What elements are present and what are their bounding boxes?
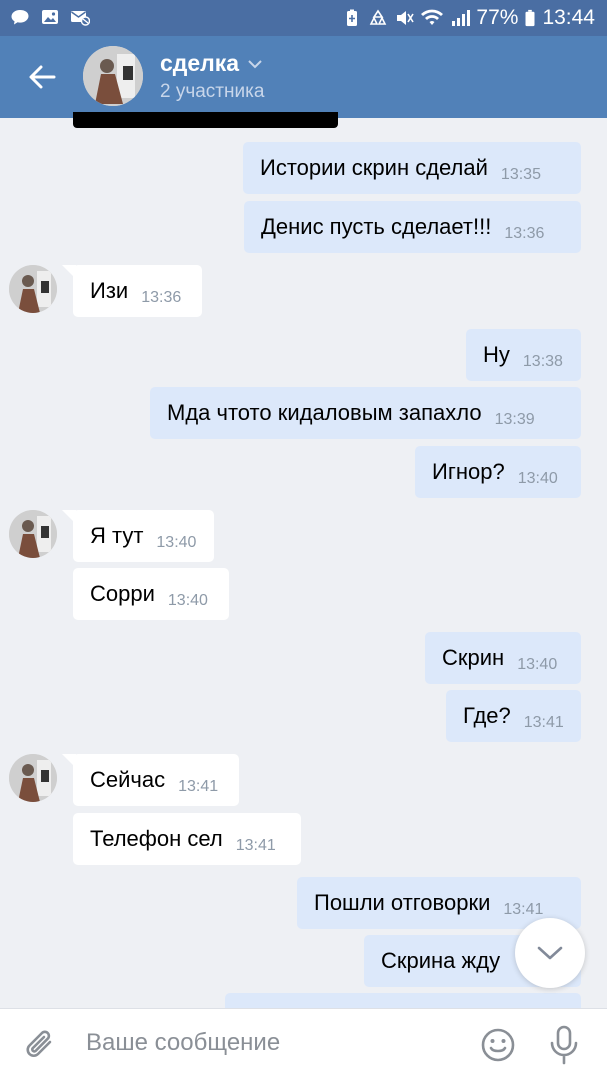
sender-avatar[interactable] [9,265,57,313]
message-time: 13:39 [494,411,535,428]
message-time: 13:38 [522,353,563,370]
message-time: 13:41 [503,901,544,918]
message-time: 13:36 [141,289,182,306]
message-text: Истории скрин сделай [260,155,488,180]
paperclip-icon[interactable] [24,1027,58,1063]
system-icons: 77% 13:44 [342,6,595,30]
message-bubble[interactable]: Сорри 13:40 [73,568,229,620]
message-text: Сорри [90,581,155,606]
message-bubble[interactable]: Денис пусть сделает!!! 13:36 [244,201,581,253]
scroll-down-button[interactable] [515,918,585,988]
message-bubble[interactable]: Сейчас 13:41 [62,754,239,806]
battery-icon [525,9,535,27]
recycle-icon [370,9,387,25]
message-bubble[interactable]: Телефон сел 13:41 [73,813,301,865]
participants-count: 2 участника [160,81,265,102]
back-arrow-icon[interactable] [26,61,58,93]
microphone-icon[interactable] [549,1025,579,1065]
message-time: 13:35 [500,166,541,183]
message-text: Изи [90,278,129,303]
chat-title[interactable]: сделка [160,50,263,77]
message-text: Сейчас [90,767,166,792]
chat-avatar[interactable] [83,46,143,106]
message-text: Игнор? [432,459,505,484]
message-bubble[interactable]: Где? 13:41 [446,690,581,742]
sender-avatar[interactable] [9,510,57,558]
mute-icon [397,11,415,25]
message-text: Я тут [90,523,144,548]
message-time: 13:40 [517,656,558,673]
bubble-tail [62,510,76,524]
message-text: Ну [483,342,510,367]
message-bubble[interactable]: Скрин 13:40 [425,632,581,684]
wifi-icon [421,9,444,25]
bubble-tail [62,754,76,768]
sender-avatar[interactable] [9,754,57,802]
message-bubble[interactable]: Изи 13:36 [62,265,202,317]
message-text: Скрина жду [381,948,501,973]
message-time: 13:41 [178,778,219,795]
bubble-tail [62,265,76,279]
message-icon [11,10,29,25]
message-text: Мда чтото кидаловым запахло [167,400,482,425]
message-bubble[interactable]: Игнор? 13:40 [415,446,581,498]
message-time: 13:40 [156,534,197,551]
message-time: 13:40 [167,592,208,609]
message-text: Телефон сел [90,826,223,851]
message-time: 13:41 [523,714,564,731]
chat-title-text: сделка [160,50,240,76]
battery-percent: 77% [476,6,519,29]
message-bubble[interactable]: Истории скрин сделай 13:35 [243,142,581,194]
message-text: Скрин [442,645,505,670]
message-input[interactable]: Ваше сообщение [86,1029,280,1057]
message-bubble[interactable]: Мда чтото кидаловым запахло 13:39 [150,387,581,439]
message-time: 13:36 [504,225,545,242]
message-text: Денис пусть сделает!!! [261,214,492,239]
chevron-down-icon [248,59,262,68]
message-bubble[interactable]: Я тут 13:40 [62,510,214,562]
message-composer: Ваше сообщение [0,1008,607,1080]
message-time: 13:40 [517,470,558,487]
chevron-down-icon [537,946,563,960]
message-text: Где? [463,703,511,728]
notification-icons [10,8,90,26]
message-time: 13:41 [235,837,276,854]
emoji-icon[interactable] [480,1027,516,1063]
clock: 13:44 [542,6,595,29]
gallery-icon [42,10,58,24]
chat-header: сделка 2 участника [0,36,607,118]
redacted-bar [73,112,338,128]
message-bubble[interactable]: Ну 13:38 [466,329,581,381]
signal-icon [452,10,471,26]
message-text: Пошли отговорки [314,890,491,915]
status-bar: 77% 13:44 [0,0,607,36]
mail-blocked-icon [71,11,90,26]
battery-saver-icon [347,9,358,26]
